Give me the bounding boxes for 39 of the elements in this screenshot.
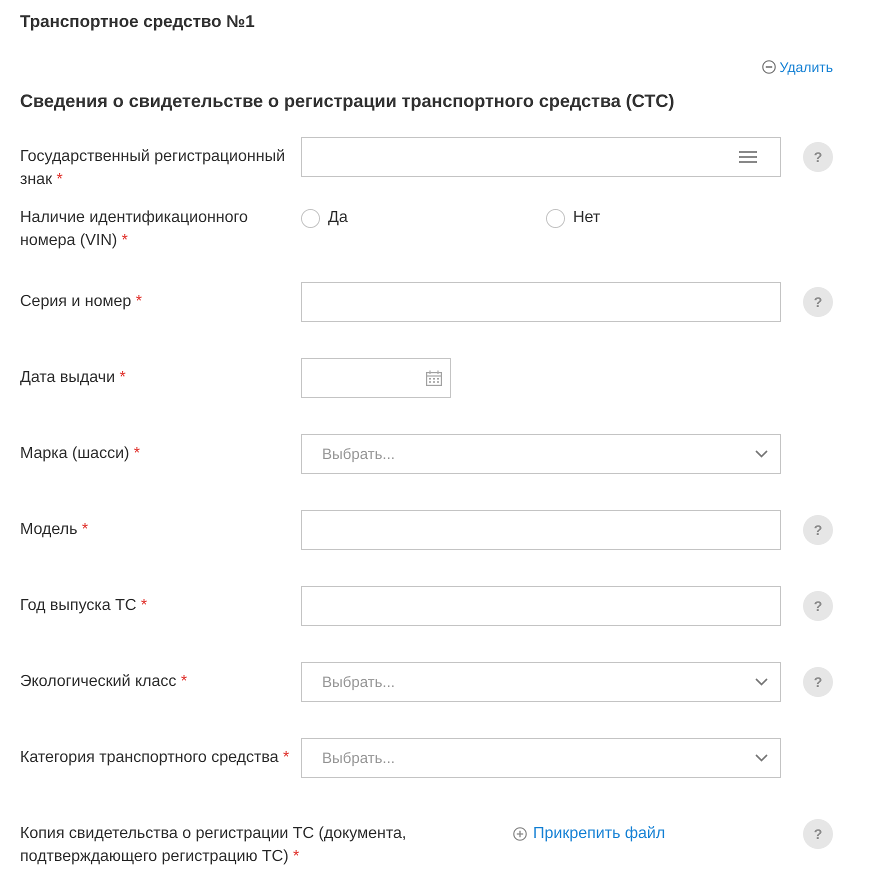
radio-button[interactable] — [301, 208, 320, 228]
chevron-down-icon — [755, 754, 768, 762]
chevron-down-icon — [755, 450, 768, 458]
chevron-down-icon — [755, 678, 768, 686]
minus-circle-icon — [762, 60, 776, 74]
help-button[interactable]: ? — [803, 819, 833, 849]
field-label: Дата выдачи * — [20, 368, 127, 388]
field-label: Серия и номер * — [20, 292, 143, 312]
field-label: Копия свидетельства о регистрации ТС (документа, подтверждающего регистрацию ТС) * — [20, 824, 408, 867]
menu-icon — [739, 151, 757, 163]
help-button[interactable]: ? — [803, 515, 833, 545]
help-button[interactable]: ? — [803, 287, 833, 317]
field-label: Экологический класс * — [20, 672, 188, 692]
select-dropdown[interactable]: Выбрать... — [301, 434, 781, 474]
help-button[interactable]: ? — [803, 591, 833, 621]
radio-option[interactable]: Да — [301, 208, 348, 228]
input-field[interactable] — [301, 137, 781, 177]
radio-button[interactable] — [546, 208, 565, 228]
select-dropdown[interactable]: Выбрать... — [301, 662, 781, 702]
help-button[interactable]: ? — [803, 667, 833, 697]
help-button[interactable]: ? — [803, 142, 833, 172]
field-label: Марка (шасси) * — [20, 444, 142, 464]
field-label: Год выпуска ТС * — [20, 596, 148, 616]
field-label: Категория транспортного средства * — [20, 748, 290, 768]
field-label: Наличие идентификационного номера (VIN) * — [20, 208, 249, 251]
select-dropdown[interactable]: Выбрать... — [301, 738, 781, 778]
radio-option[interactable]: Нет — [546, 208, 600, 228]
calendar-icon — [426, 370, 442, 386]
delete-link[interactable]: Удалить — [762, 57, 833, 77]
input-field[interactable] — [301, 510, 781, 550]
input-field[interactable] — [301, 282, 781, 322]
input-field[interactable] — [301, 586, 781, 626]
date-field[interactable] — [301, 358, 451, 398]
plus-circle-icon — [513, 827, 527, 841]
field-label: Модель * — [20, 520, 90, 540]
vehicle-title: Транспортное средство №1 — [20, 12, 256, 32]
attach-file-link[interactable]: Прикрепить файл — [513, 814, 666, 854]
field-label: Государственный регистрационный знак * — [20, 147, 286, 190]
section-heading: Сведения о свидетельстве о регистрации транспортного средства (СТС) — [20, 91, 676, 111]
